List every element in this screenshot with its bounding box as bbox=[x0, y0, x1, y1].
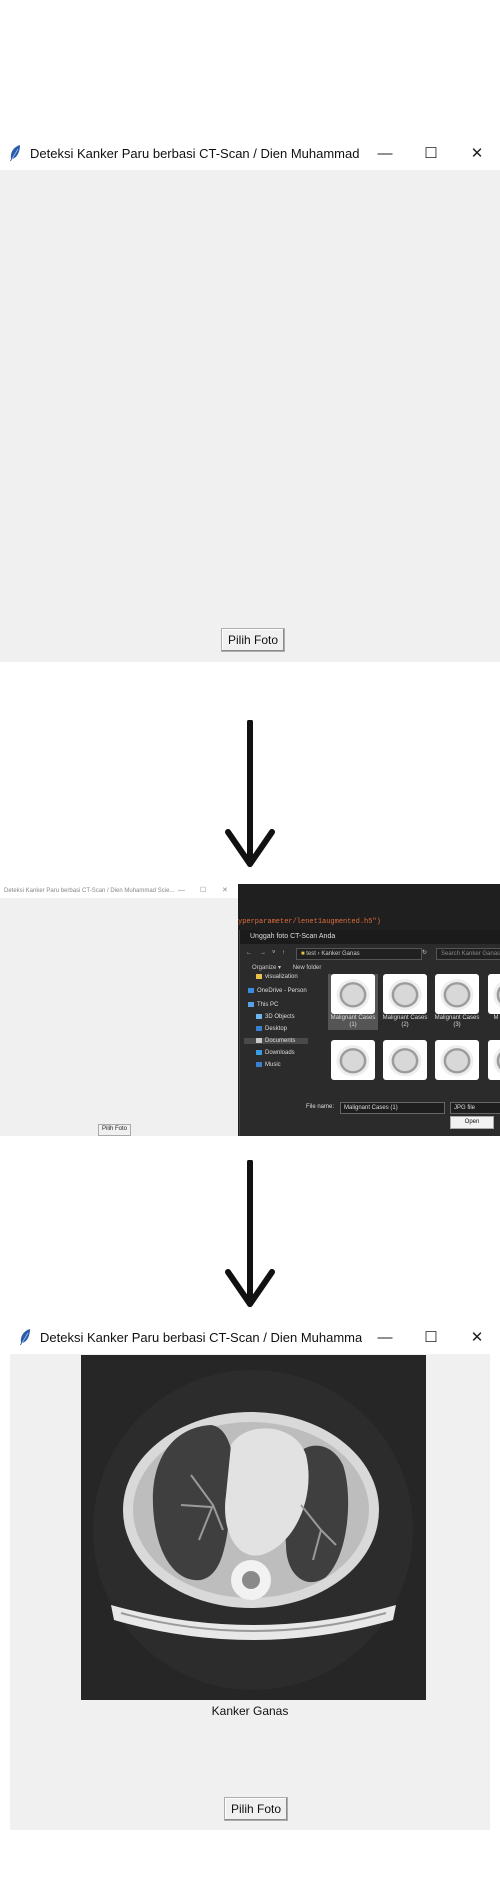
minimize-icon[interactable]: — bbox=[362, 1320, 408, 1354]
ct-thumbnail-image bbox=[383, 974, 427, 1014]
ct-thumbnail-image bbox=[435, 974, 479, 1014]
nav-item-documents[interactable]: Documents bbox=[244, 1038, 308, 1045]
close-icon[interactable]: ✕ bbox=[454, 1320, 500, 1354]
folder-icon bbox=[256, 974, 262, 979]
dialog-title: Unggah foto CT-Scan Anda bbox=[240, 930, 500, 944]
ct-thumbnail-image bbox=[488, 1040, 500, 1080]
file-thumbnail[interactable] bbox=[328, 1040, 378, 1080]
mini-choose-photo-button[interactable]: Pilih Foto bbox=[98, 1124, 132, 1136]
window2-title: Deteksi Kanker Paru berbasi CT-Scan / Di… bbox=[40, 1329, 362, 1345]
choose-photo-button[interactable]: Pilih Foto bbox=[224, 1797, 289, 1821]
ct-scan-image bbox=[81, 1355, 426, 1700]
arrow-down-icon bbox=[225, 720, 275, 867]
file-thumbnails: Malignant Cases (1) Malignant Cases (2) … bbox=[328, 974, 500, 1092]
cloud-icon bbox=[248, 988, 254, 993]
chevron-down-icon[interactable]: ˅ bbox=[272, 946, 276, 960]
address-bar[interactable]: ■ test › Kanker Ganas bbox=[296, 948, 422, 960]
nav-item-desktop[interactable]: Desktop bbox=[256, 1026, 287, 1032]
download-icon bbox=[256, 1050, 262, 1055]
prediction-result-label: Kanker Ganas bbox=[211, 1704, 289, 1718]
file-open-dialog[interactable]: Unggah foto CT-Scan Anda ← → ˅ ↑ ■ test … bbox=[239, 930, 500, 1136]
breadcrumb-test[interactable]: test bbox=[306, 951, 316, 957]
file-type-select[interactable]: JPG file bbox=[450, 1102, 500, 1114]
feather-icon bbox=[10, 145, 20, 161]
file-thumbnail[interactable]: Malignant Cases (3) bbox=[432, 974, 482, 1029]
ct-thumbnail-image bbox=[383, 1040, 427, 1080]
maximize-icon[interactable]: ☐ bbox=[408, 1320, 454, 1354]
navigation-pane: visualization OneDrive - Person This PC … bbox=[240, 974, 318, 1092]
desktop-icon bbox=[256, 1026, 262, 1031]
breadcrumb-current[interactable]: Kanker Ganas bbox=[321, 951, 359, 957]
nav-item-this-pc[interactable]: This PC bbox=[248, 1002, 278, 1008]
computer-icon bbox=[248, 1002, 254, 1007]
window1-titlebar[interactable]: Deteksi Kanker Paru berbasi CT-Scan / Di… bbox=[0, 136, 500, 170]
organize-button[interactable]: Organize ▾ bbox=[252, 965, 281, 971]
new-folder-button[interactable]: New folder bbox=[293, 965, 322, 971]
nav-item-music[interactable]: Music bbox=[256, 1062, 281, 1068]
minimize-icon[interactable]: — bbox=[362, 136, 408, 170]
code-line: yperparameter/lenet1augmented.h5") bbox=[238, 918, 381, 926]
file-name-label: File name: bbox=[306, 1104, 335, 1110]
folder-icon: ■ bbox=[301, 951, 305, 957]
open-button[interactable]: Open bbox=[450, 1116, 494, 1129]
nav-item-onedrive[interactable]: OneDrive - Person bbox=[248, 988, 307, 994]
search-input[interactable]: Search Kanker Ganas bbox=[436, 948, 500, 960]
nav-item-downloads[interactable]: Downloads bbox=[256, 1050, 295, 1056]
close-icon[interactable]: ✕ bbox=[454, 136, 500, 170]
document-icon bbox=[256, 1038, 262, 1043]
file-name-input[interactable]: Malignant Cases (1) bbox=[340, 1102, 445, 1114]
dialog-navbar: ← → ˅ ↑ ■ test › Kanker Ganas ↻ Search K… bbox=[240, 946, 500, 960]
dialog-toolbar: Organize ▾ New folder bbox=[252, 964, 321, 971]
file-thumbnail[interactable] bbox=[380, 1040, 430, 1080]
ct-thumbnail-image bbox=[488, 974, 500, 1014]
window2-titlebar[interactable]: Deteksi Kanker Paru berbasi CT-Scan / Di… bbox=[10, 1320, 500, 1354]
mini-window-titlebar: Deteksi Kanker Paru berbasi CT-Scan / Di… bbox=[0, 884, 238, 898]
feather-icon bbox=[20, 1329, 30, 1345]
nav-item-3d-objects[interactable]: 3D Objects bbox=[256, 1014, 295, 1020]
window1-body: Pilih Foto bbox=[0, 170, 500, 662]
music-icon bbox=[256, 1062, 262, 1067]
code-editor-background: yperparameter/lenet1augmented.h5") Ungga… bbox=[238, 884, 500, 1136]
back-icon[interactable]: ← bbox=[246, 946, 252, 960]
ct-thumbnail-image bbox=[435, 1040, 479, 1080]
nav-item-visualization[interactable]: visualization bbox=[256, 974, 298, 980]
file-thumbnail[interactable]: Malignant Cases (1) bbox=[328, 974, 378, 1030]
cube-icon bbox=[256, 1014, 262, 1019]
window1-title: Deteksi Kanker Paru berbasi CT-Scan / Di… bbox=[30, 145, 362, 161]
ct-thumbnail-image bbox=[331, 1040, 375, 1080]
file-thumbnail[interactable] bbox=[432, 1040, 482, 1080]
file-thumbnail[interactable]: Malignant Cases (2) bbox=[380, 974, 430, 1029]
file-thumbnail[interactable] bbox=[484, 1040, 500, 1080]
choose-photo-button[interactable]: Pilih Foto bbox=[221, 628, 286, 652]
maximize-icon[interactable]: ☐ bbox=[408, 136, 454, 170]
file-thumbnail[interactable]: M bbox=[484, 974, 500, 1022]
arrow-down-icon bbox=[225, 1160, 275, 1307]
dialog-footer: File name: Malignant Cases (1) JPG file … bbox=[240, 1094, 500, 1136]
up-icon[interactable]: ↑ bbox=[282, 946, 285, 960]
forward-icon[interactable]: → bbox=[260, 946, 266, 960]
ct-thumbnail-image bbox=[331, 974, 375, 1014]
refresh-icon[interactable]: ↻ bbox=[422, 946, 427, 960]
file-dialog-screenshot: Deteksi Kanker Paru berbasi CT-Scan / Di… bbox=[0, 884, 500, 1136]
